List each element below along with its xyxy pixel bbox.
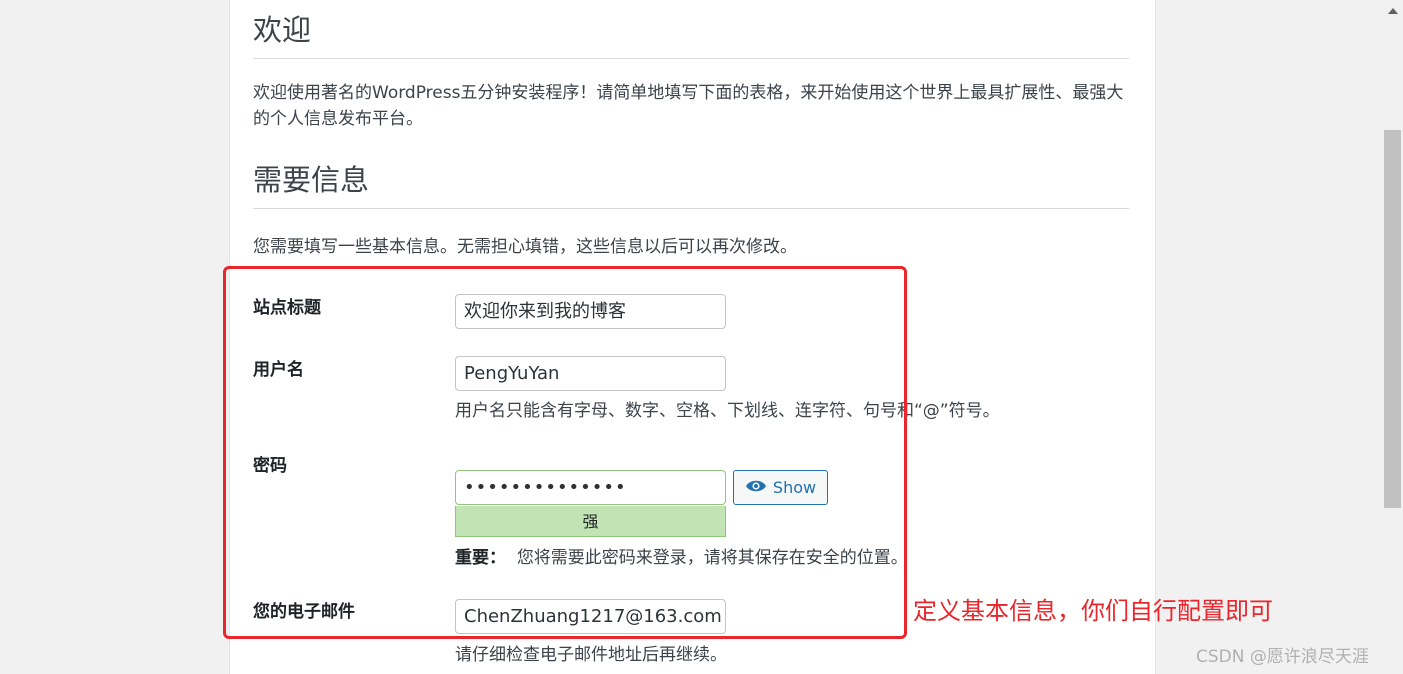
welcome-heading: 欢迎	[253, 13, 312, 47]
installer-page: 欢迎 欢迎使用著名的WordPress五分钟安装程序！请简单地填写下面的表格，来…	[0, 0, 1403, 674]
email-label: 您的电子邮件	[253, 602, 355, 622]
site-title-label: 站点标题	[253, 298, 321, 318]
divider	[253, 58, 1129, 59]
scroll-up-arrow-icon[interactable]	[1382, 4, 1403, 18]
annotation-text: 定义基本信息，你们自行配置即可	[913, 597, 1273, 625]
info-text: 您需要填写一些基本信息。无需担心填错，这些信息以后可以再次修改。	[253, 237, 797, 257]
show-label: Show	[772, 478, 817, 497]
username-label: 用户名	[253, 360, 304, 380]
scrollbar[interactable]	[1382, 0, 1403, 674]
scrollbar-thumb[interactable]	[1384, 130, 1401, 508]
important-label: 重要：	[455, 548, 506, 568]
show-password-button[interactable]: Show	[733, 470, 828, 505]
important-text: 您将需要此密码来登录，请将其保存在安全的位置。	[516, 548, 908, 568]
password-label: 密码	[253, 456, 287, 476]
welcome-text: 欢迎使用著名的WordPress五分钟安装程序！请简单地填写下面的表格，来开始使…	[253, 83, 1124, 129]
username-hint: 用户名只能含有字母、数字、空格、下划线、连字符、句号和“@”符号。	[455, 401, 1000, 421]
watermark: CSDN @愿许浪尽天涯	[1196, 647, 1369, 667]
info-heading: 需要信息	[253, 163, 370, 197]
password-input[interactable]: ••••••••••••••	[455, 470, 726, 505]
eye-icon	[745, 471, 767, 504]
divider	[253, 208, 1129, 209]
password-strength-meter: 强	[455, 506, 726, 537]
username-input[interactable]: PengYuYan	[455, 356, 726, 391]
email-hint: 请仔细检查电子邮件地址后再继续。	[455, 645, 727, 665]
password-important-note: 重要： 您将需要此密码来登录，请将其保存在安全的位置。	[455, 546, 908, 570]
site-title-input[interactable]: 欢迎你来到我的博客	[455, 294, 726, 329]
email-input[interactable]: ChenZhuang1217@163.com	[455, 599, 726, 634]
